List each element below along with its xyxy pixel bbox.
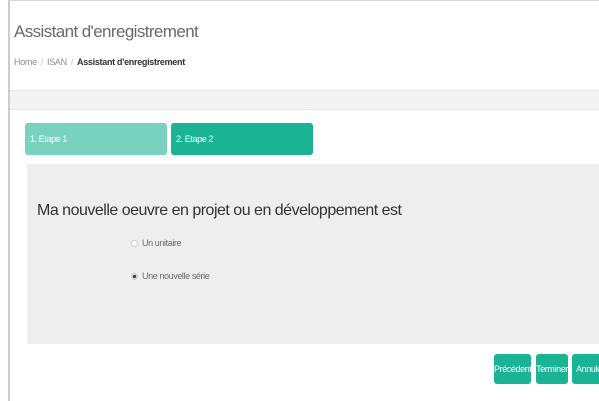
breadcrumb: Home / ISAN / Assistant d'enregistrement [14, 57, 185, 67]
breadcrumb-current: Assistant d'enregistrement [77, 57, 185, 67]
option-unitaire-label: Un unitaire [142, 238, 182, 248]
wizard-content-panel: Ma nouvelle oeuvre en projet ou en dével… [27, 164, 599, 344]
radio-unitaire[interactable] [131, 240, 138, 247]
breadcrumb-separator: / [70, 57, 74, 67]
cancel-button[interactable]: Annuler [572, 354, 599, 384]
finish-button[interactable]: Terminer [536, 354, 568, 384]
option-nouvelle-serie-label: Une nouvelle série [142, 271, 210, 281]
window-left-border [8, 0, 10, 401]
question-text: Ma nouvelle oeuvre en projet ou en dével… [37, 202, 402, 219]
breadcrumb-isan[interactable]: ISAN [47, 57, 67, 67]
radio-nouvelle-serie[interactable] [131, 273, 138, 280]
breadcrumb-home[interactable]: Home [14, 57, 37, 67]
breadcrumb-separator: / [40, 57, 44, 67]
option-nouvelle-serie[interactable]: Une nouvelle série [131, 271, 210, 281]
option-unitaire[interactable]: Un unitaire [131, 238, 182, 248]
wizard-step-1[interactable]: 1. Etape 1 [25, 123, 167, 155]
previous-button[interactable]: Précédent [494, 354, 532, 384]
window-top-border [8, 0, 599, 1]
header-divider-band [10, 90, 599, 110]
page-title: Assistant d'enregistrement [14, 22, 199, 41]
wizard-step-2[interactable]: 2. Etape 2 [171, 123, 313, 155]
